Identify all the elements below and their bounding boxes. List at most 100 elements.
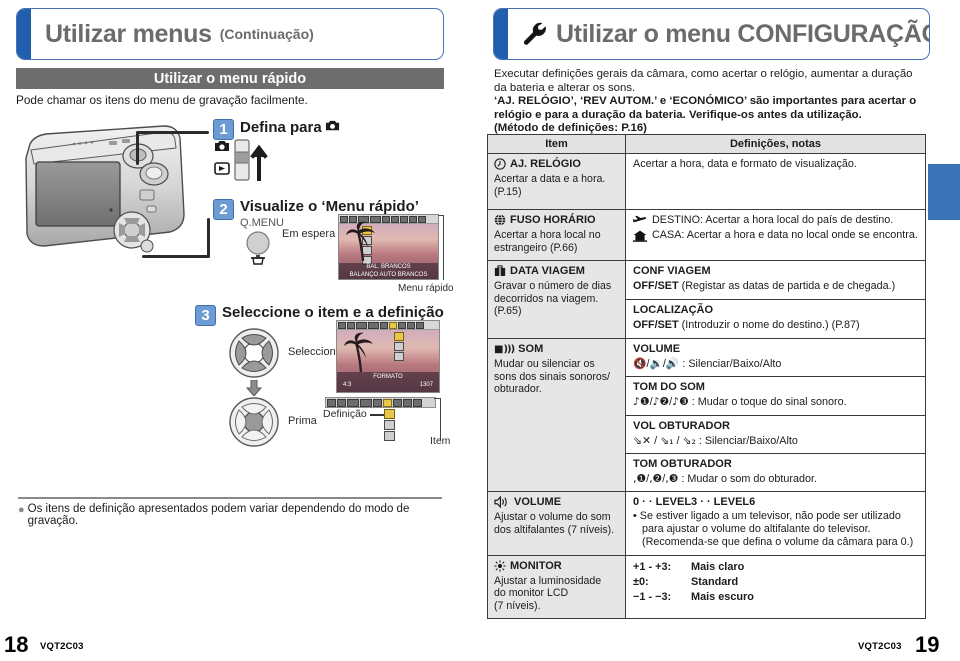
intro-line-1: Executar definições gerais da câmara, co… <box>494 68 913 94</box>
callout-quick-menu: Menu rápido <box>398 283 454 294</box>
item-name-row: DATA VIAGEM <box>494 265 620 277</box>
lcd-icon-metering <box>382 215 390 223</box>
lcd3-setting-name: FORMATO <box>373 374 403 380</box>
item-cell-traveldate: DATA VIAGEM Gravar o número de dias deco… <box>487 260 626 340</box>
def-tv-note: • Se estiver ligado a um televisor, não … <box>633 510 914 549</box>
chapter-index-tab <box>928 164 960 220</box>
level-value-2: Standard <box>691 575 739 588</box>
camera-illustration <box>25 125 185 253</box>
def-cell-clock: Acertar a hora, data e formato de visual… <box>625 153 926 210</box>
lcd3-icon-awb <box>356 321 367 329</box>
level-key-1: +1 - +3: <box>633 560 672 573</box>
page-subtitle: (Continuação) <box>219 26 314 42</box>
table-row: MONITOR Ajustar a luminosidade do monito… <box>487 554 926 620</box>
page-title: Utilizar menus <box>45 19 212 48</box>
level-value-1: Mais claro <box>691 560 745 573</box>
definicao-leader <box>370 414 384 416</box>
def-subhead: CONF VIAGEM <box>633 265 711 278</box>
item-name-row: FUSO HORÁRIO <box>494 214 620 226</box>
shutter-tone-3-icon: ‚❸ <box>665 471 679 485</box>
item-cell-som: ■))) SOM Mudar ou silenciar os sons dos … <box>487 338 626 492</box>
def-cell-volume-levels: 0 · · LEVEL3 · · LEVEL6 • Se estiver lig… <box>625 491 926 556</box>
right-page-title: Utilizar o menu CONFIGURAÇÃO <box>556 19 930 48</box>
table-row: VOLUME Ajustar o volume do som dos altif… <box>487 491 926 556</box>
clock-icon <box>494 158 506 170</box>
section-lead-text: Pode chamar os itens do menu de gravação… <box>16 93 308 107</box>
lcd3-value-right: 1307 <box>419 382 433 388</box>
def-cell-confviagem: CONF VIAGEM OFF/SET (Registar as datas d… <box>625 260 926 301</box>
offset-detail: (Registar as datas de partida e de chega… <box>681 280 896 293</box>
callout-line-top <box>137 131 209 134</box>
strip-icon-size <box>403 398 412 407</box>
speaker-high-icon: 🔊 <box>665 357 680 371</box>
step-3-badge: 3 <box>195 305 216 326</box>
dpad-press-label: Prima <box>288 415 317 427</box>
wrench-icon <box>523 22 546 45</box>
item-description: Gravar o número de dias decorridos na vi… <box>494 280 612 318</box>
manual-spread: Utilizar menus (Continuação) Utilizar o … <box>0 0 960 661</box>
section-band: Utilizar o menu rápido <box>16 68 444 89</box>
tone-2-icon: ♪❷ <box>652 395 670 409</box>
item-callout-vline <box>440 398 441 440</box>
left-page-number: 18 <box>4 632 29 657</box>
callout-line-top-drop <box>136 131 139 165</box>
lcd2-palm-tree <box>346 221 375 261</box>
item-name-row: MONITOR <box>494 560 620 572</box>
lcd3-value-left: 4:3 <box>343 382 352 388</box>
house-icon <box>633 230 647 243</box>
step-2-badge: 2 <box>213 199 234 220</box>
def-levels: 0 · · LEVEL3 · · LEVEL6 <box>633 496 756 508</box>
shutter-high-icon: ⇘₂ <box>682 433 696 447</box>
right-page-banner: Utilizar o menu CONFIGURAÇÃO <box>493 8 930 60</box>
def-glyph-line: ♪❶/♪❷/♪❸ : Mudar o toque do sinal sonoro… <box>633 395 919 409</box>
lcd3-icon-size <box>407 321 415 329</box>
item-cell-volume: VOLUME Ajustar o volume do som dos altif… <box>487 491 626 556</box>
down-arrow-icon <box>246 380 262 396</box>
qmenu-button-label: Q.MENU <box>240 217 284 229</box>
lcd2-setting-value: BALANÇO AUTO BRANCOS <box>349 272 428 278</box>
def-subhead: LOCALIZAÇÃO <box>633 304 714 317</box>
item-callout-hline <box>434 398 441 399</box>
dpad-select-icon <box>229 328 279 378</box>
callout-definicao: Definição <box>323 408 367 420</box>
shutter-tone-1-icon: ‚❶ <box>633 471 647 485</box>
glyph-desc: : Mudar o som do obturador. <box>681 472 818 485</box>
quickmenu-option-stack <box>384 409 395 441</box>
def-text: Acertar a hora, data e formato de visual… <box>633 158 857 170</box>
speaker-low-icon: 🔉 <box>649 357 663 371</box>
table-header-row: Item Definições, notas <box>487 134 926 154</box>
def-glyph-line: 🔇/🔉/🔊 : Silenciar/Baixo/Alto <box>633 357 919 371</box>
strip-icon-iso <box>360 398 372 407</box>
table-row: FUSO HORÁRIO Acertar a hora local no est… <box>487 208 926 262</box>
def-subhead: VOLUME <box>633 343 681 356</box>
mode-switch-graphic <box>214 139 268 181</box>
offset-detail: (Introduzir o nome do destino.) (P.87) <box>681 319 860 332</box>
def-casa-line: CASA: Acertar a hora e data no local ond… <box>633 229 919 243</box>
def-subhead: VOL OBTURADOR <box>633 419 730 432</box>
item-label: VOLUME <box>514 496 562 508</box>
table-row: ■))) SOM Mudar ou silenciar os sons dos … <box>487 338 926 492</box>
setup-menu-table: Item Definições, notas AJ. RELÓGIO Acert… <box>487 134 926 620</box>
stack-option-2 <box>384 420 395 430</box>
def-cell-volume: VOLUME 🔇/🔉/🔊 : Silenciar/Baixo/Alto <box>625 338 926 378</box>
footnote: ● Os itens de definição apresentados pod… <box>18 503 448 527</box>
table-row: AJ. RELÓGIO Acertar a data e a hora. (P.… <box>487 153 926 210</box>
lcd-preview-step3: FORMATO 4:3 1307 <box>336 320 440 393</box>
level-key-3: −1 - −3: <box>633 590 672 603</box>
item-name-row: AJ. RELÓGIO <box>494 158 620 170</box>
lcd-icon-aspect <box>391 215 399 223</box>
col-header-item: Item <box>487 134 626 154</box>
airplane-icon <box>633 215 647 223</box>
table-row: DATA VIAGEM Gravar o número de dias deco… <box>487 260 926 340</box>
lcd2-bottom-band: BAL. BRANCOS BALANÇO AUTO BRANCOS <box>339 263 438 279</box>
def-offset-line: OFF/SET (Introduzir o nome do destino.) … <box>633 319 919 332</box>
qmenu-button-icon <box>246 231 270 265</box>
glyph-desc: : Mudar o toque do sinal sonoro. <box>691 396 847 409</box>
lcd3-icon-quality <box>398 321 406 329</box>
lcd-icon-lcdmode <box>418 215 426 223</box>
lcd3-option-3 <box>394 352 404 361</box>
lcd3-icon-aspect-selected <box>389 321 397 329</box>
def-cell-volobturador: VOL OBTURADOR ⇘✕ / ⇘₁ / ⇘₂ : Silenciar/B… <box>625 414 926 454</box>
lcd3-bottom-band: FORMATO 4:3 1307 <box>337 372 439 392</box>
def-destino-line: DESTINO: Acertar a hora local do país de… <box>633 214 919 227</box>
